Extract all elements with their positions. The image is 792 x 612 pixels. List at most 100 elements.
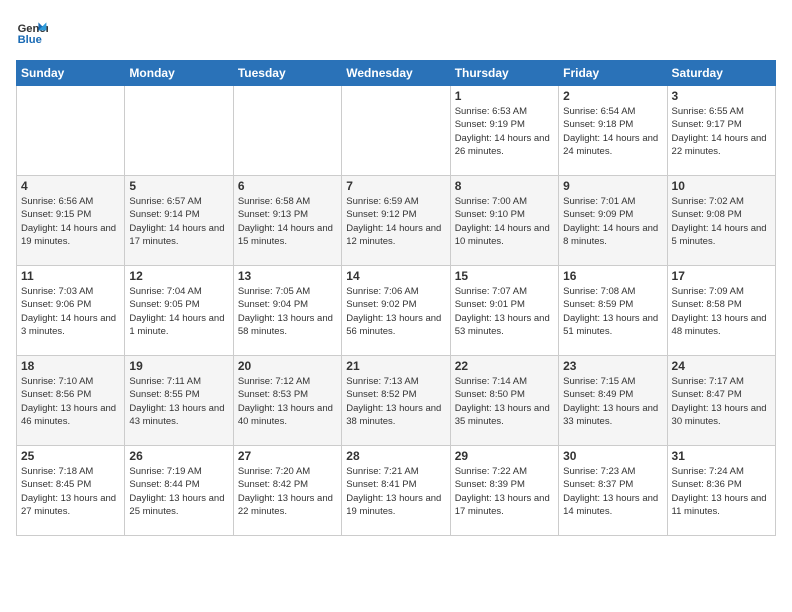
day-number: 8	[455, 179, 554, 193]
calendar-cell: 23 Sunrise: 7:15 AM Sunset: 8:49 PM Dayli…	[559, 356, 667, 446]
day-info: Sunrise: 6:54 AM Sunset: 9:18 PM Dayligh…	[563, 105, 662, 158]
calendar-cell: 29 Sunrise: 7:22 AM Sunset: 8:39 PM Dayli…	[450, 446, 558, 536]
day-number: 29	[455, 449, 554, 463]
day-number: 26	[129, 449, 228, 463]
calendar-cell: 25 Sunrise: 7:18 AM Sunset: 8:45 PM Dayli…	[17, 446, 125, 536]
day-number: 17	[672, 269, 771, 283]
day-info: Sunrise: 6:56 AM Sunset: 9:15 PM Dayligh…	[21, 195, 120, 248]
day-info: Sunrise: 7:06 AM Sunset: 9:02 PM Dayligh…	[346, 285, 445, 338]
day-number: 21	[346, 359, 445, 373]
calendar-cell: 2 Sunrise: 6:54 AM Sunset: 9:18 PM Daylig…	[559, 86, 667, 176]
day-number: 1	[455, 89, 554, 103]
calendar-cell: 20Sunrise: 7:12 AM Sunset: 8:53 PM Dayli…	[233, 356, 341, 446]
calendar-table: SundayMondayTuesdayWednesdayThursdayFrid…	[16, 60, 776, 536]
day-info: Sunrise: 7:12 AM Sunset: 8:53 PM Dayligh…	[238, 375, 337, 428]
calendar-cell: 28 Sunrise: 7:21 AM Sunset: 8:41 PM Dayli…	[342, 446, 450, 536]
day-info: Sunrise: 7:23 AM Sunset: 8:37 PM Dayligh…	[563, 465, 662, 518]
day-info: Sunrise: 6:57 AM Sunset: 9:14 PM Dayligh…	[129, 195, 228, 248]
calendar-cell: 24 Sunrise: 7:17 AM Sunset: 8:47 PM Dayli…	[667, 356, 775, 446]
logo-icon: General Blue	[16, 16, 48, 48]
calendar-cell	[342, 86, 450, 176]
day-info: Sunrise: 7:14 AM Sunset: 8:50 PM Dayligh…	[455, 375, 554, 428]
day-number: 5	[129, 179, 228, 193]
day-number: 18	[21, 359, 120, 373]
day-number: 31	[672, 449, 771, 463]
calendar-cell: 19Sunrise: 7:11 AM Sunset: 8:55 PM Dayli…	[125, 356, 233, 446]
weekday-friday: Friday	[559, 61, 667, 86]
calendar-cell: 14 Sunrise: 7:06 AM Sunset: 9:02 PM Dayli…	[342, 266, 450, 356]
calendar-cell: 6 Sunrise: 6:58 AM Sunset: 9:13 PM Daylig…	[233, 176, 341, 266]
day-info: Sunrise: 7:15 AM Sunset: 8:49 PM Dayligh…	[563, 375, 662, 428]
day-number: 4	[21, 179, 120, 193]
day-number: 24	[672, 359, 771, 373]
calendar-cell	[125, 86, 233, 176]
day-number: 27	[238, 449, 337, 463]
day-info: Sunrise: 7:18 AM Sunset: 8:45 PM Dayligh…	[21, 465, 120, 518]
calendar-body: 1 Sunrise: 6:53 AM Sunset: 9:19 PM Daylig…	[17, 86, 776, 536]
day-info: Sunrise: 7:04 AM Sunset: 9:05 PM Dayligh…	[129, 285, 228, 338]
calendar-cell: 10 Sunrise: 7:02 AM Sunset: 9:08 PM Dayli…	[667, 176, 775, 266]
calendar-week-5: 25 Sunrise: 7:18 AM Sunset: 8:45 PM Dayli…	[17, 446, 776, 536]
day-info: Sunrise: 6:55 AM Sunset: 9:17 PM Dayligh…	[672, 105, 771, 158]
day-number: 14	[346, 269, 445, 283]
calendar-cell: 13Sunrise: 7:05 AM Sunset: 9:04 PM Dayli…	[233, 266, 341, 356]
day-number: 11	[21, 269, 120, 283]
weekday-thursday: Thursday	[450, 61, 558, 86]
day-info: Sunrise: 7:17 AM Sunset: 8:47 PM Dayligh…	[672, 375, 771, 428]
calendar-cell: 7Sunrise: 6:59 AM Sunset: 9:12 PM Daylig…	[342, 176, 450, 266]
calendar-cell: 12Sunrise: 7:04 AM Sunset: 9:05 PM Dayli…	[125, 266, 233, 356]
calendar-week-4: 18Sunrise: 7:10 AM Sunset: 8:56 PM Dayli…	[17, 356, 776, 446]
calendar-cell: 26 Sunrise: 7:19 AM Sunset: 8:44 PM Dayli…	[125, 446, 233, 536]
calendar-cell: 16 Sunrise: 7:08 AM Sunset: 8:59 PM Dayli…	[559, 266, 667, 356]
logo: General Blue	[16, 16, 52, 48]
day-info: Sunrise: 7:21 AM Sunset: 8:41 PM Dayligh…	[346, 465, 445, 518]
day-info: Sunrise: 7:13 AM Sunset: 8:52 PM Dayligh…	[346, 375, 445, 428]
calendar-cell: 21 Sunrise: 7:13 AM Sunset: 8:52 PM Dayli…	[342, 356, 450, 446]
weekday-wednesday: Wednesday	[342, 61, 450, 86]
day-number: 6	[238, 179, 337, 193]
day-number: 25	[21, 449, 120, 463]
weekday-tuesday: Tuesday	[233, 61, 341, 86]
day-number: 28	[346, 449, 445, 463]
weekday-monday: Monday	[125, 61, 233, 86]
calendar-cell: 5 Sunrise: 6:57 AM Sunset: 9:14 PM Daylig…	[125, 176, 233, 266]
calendar-cell: 17 Sunrise: 7:09 AM Sunset: 8:58 PM Dayli…	[667, 266, 775, 356]
calendar-cell: 22 Sunrise: 7:14 AM Sunset: 8:50 PM Dayli…	[450, 356, 558, 446]
calendar-cell: 18Sunrise: 7:10 AM Sunset: 8:56 PM Dayli…	[17, 356, 125, 446]
calendar-cell: 31 Sunrise: 7:24 AM Sunset: 8:36 PM Dayli…	[667, 446, 775, 536]
day-number: 16	[563, 269, 662, 283]
day-number: 2	[563, 89, 662, 103]
day-info: Sunrise: 7:01 AM Sunset: 9:09 PM Dayligh…	[563, 195, 662, 248]
day-info: Sunrise: 7:09 AM Sunset: 8:58 PM Dayligh…	[672, 285, 771, 338]
calendar-week-3: 11Sunrise: 7:03 AM Sunset: 9:06 PM Dayli…	[17, 266, 776, 356]
day-info: Sunrise: 7:24 AM Sunset: 8:36 PM Dayligh…	[672, 465, 771, 518]
day-info: Sunrise: 7:07 AM Sunset: 9:01 PM Dayligh…	[455, 285, 554, 338]
day-info: Sunrise: 7:22 AM Sunset: 8:39 PM Dayligh…	[455, 465, 554, 518]
svg-text:Blue: Blue	[18, 34, 42, 46]
day-number: 13	[238, 269, 337, 283]
day-info: Sunrise: 6:58 AM Sunset: 9:13 PM Dayligh…	[238, 195, 337, 248]
day-number: 30	[563, 449, 662, 463]
day-info: Sunrise: 6:53 AM Sunset: 9:19 PM Dayligh…	[455, 105, 554, 158]
calendar-cell: 3 Sunrise: 6:55 AM Sunset: 9:17 PM Daylig…	[667, 86, 775, 176]
day-info: Sunrise: 7:20 AM Sunset: 8:42 PM Dayligh…	[238, 465, 337, 518]
day-info: Sunrise: 6:59 AM Sunset: 9:12 PM Dayligh…	[346, 195, 445, 248]
calendar-cell	[233, 86, 341, 176]
day-info: Sunrise: 7:08 AM Sunset: 8:59 PM Dayligh…	[563, 285, 662, 338]
calendar-cell: 15Sunrise: 7:07 AM Sunset: 9:01 PM Dayli…	[450, 266, 558, 356]
calendar-cell: 8 Sunrise: 7:00 AM Sunset: 9:10 PM Daylig…	[450, 176, 558, 266]
day-number: 22	[455, 359, 554, 373]
day-info: Sunrise: 7:19 AM Sunset: 8:44 PM Dayligh…	[129, 465, 228, 518]
day-number: 23	[563, 359, 662, 373]
day-number: 10	[672, 179, 771, 193]
day-info: Sunrise: 7:02 AM Sunset: 9:08 PM Dayligh…	[672, 195, 771, 248]
calendar-week-1: 1 Sunrise: 6:53 AM Sunset: 9:19 PM Daylig…	[17, 86, 776, 176]
weekday-sunday: Sunday	[17, 61, 125, 86]
day-info: Sunrise: 7:00 AM Sunset: 9:10 PM Dayligh…	[455, 195, 554, 248]
calendar-cell: 27 Sunrise: 7:20 AM Sunset: 8:42 PM Dayli…	[233, 446, 341, 536]
calendar-cell: 11Sunrise: 7:03 AM Sunset: 9:06 PM Dayli…	[17, 266, 125, 356]
calendar-cell: 30 Sunrise: 7:23 AM Sunset: 8:37 PM Dayli…	[559, 446, 667, 536]
weekday-header-row: SundayMondayTuesdayWednesdayThursdayFrid…	[17, 61, 776, 86]
calendar-cell: 9Sunrise: 7:01 AM Sunset: 9:09 PM Daylig…	[559, 176, 667, 266]
day-number: 3	[672, 89, 771, 103]
